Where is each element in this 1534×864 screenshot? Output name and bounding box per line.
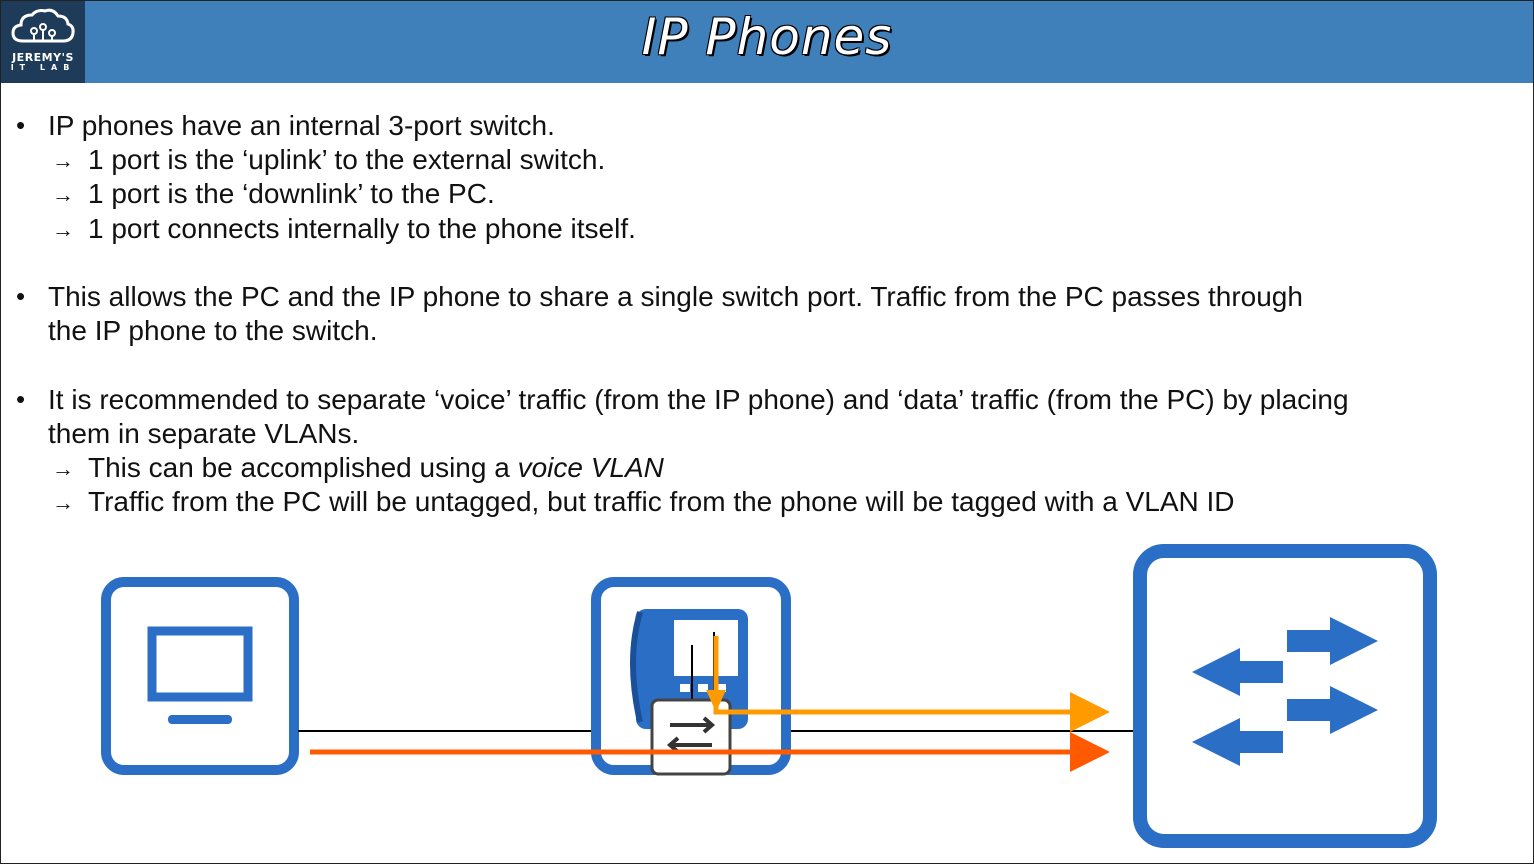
switch-icon (1133, 544, 1437, 848)
pc-icon (101, 577, 299, 775)
network-diagram (101, 544, 1437, 848)
